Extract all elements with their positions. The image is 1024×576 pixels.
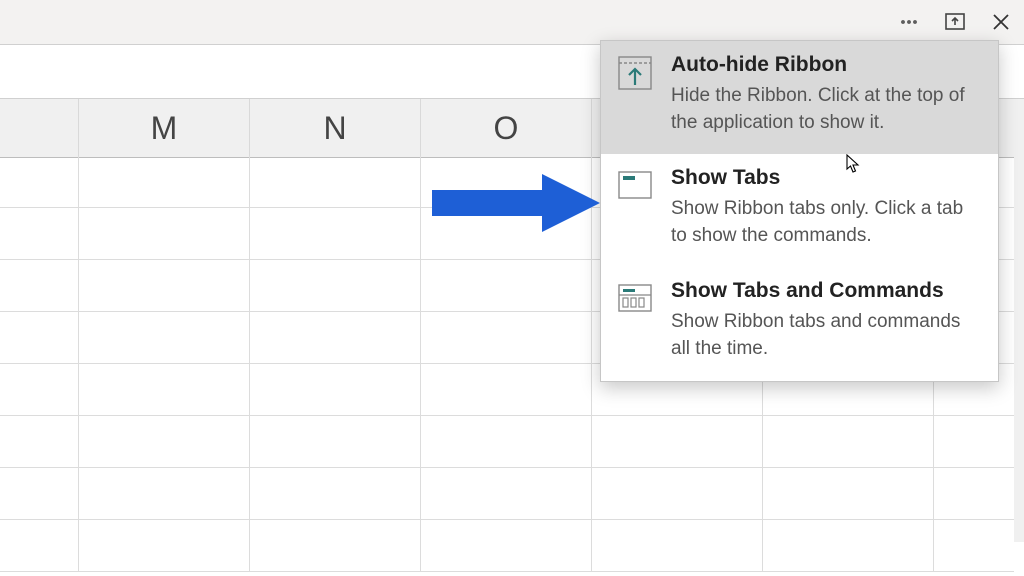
vertical-scrollbar[interactable] (1014, 156, 1024, 542)
annotation-arrow-icon (432, 168, 602, 238)
menu-item-text: Show Tabs Show Ribbon tabs only. Click a… (671, 166, 984, 249)
column-header-blank[interactable] (0, 99, 79, 157)
menu-item-title: Show Tabs (671, 166, 984, 190)
show-tabs-icon (615, 166, 655, 206)
menu-item-desc: Show Ribbon tabs and commands all the ti… (671, 309, 984, 362)
menu-item-desc: Hide the Ribbon. Click at the top of the… (671, 83, 984, 136)
menu-item-text: Auto-hide Ribbon Hide the Ribbon. Click … (671, 53, 984, 136)
column-header-n[interactable]: N (250, 99, 421, 157)
ribbon-display-options-icon[interactable] (932, 0, 978, 44)
ribbon-display-options-menu: Auto-hide Ribbon Hide the Ribbon. Click … (600, 40, 999, 382)
titlebar (0, 0, 1024, 45)
menu-item-show-tabs-commands[interactable]: Show Tabs and Commands Show Ribbon tabs … (601, 267, 998, 380)
menu-item-auto-hide-ribbon[interactable]: Auto-hide Ribbon Hide the Ribbon. Click … (601, 41, 998, 154)
menu-item-show-tabs[interactable]: Show Tabs Show Ribbon tabs only. Click a… (601, 154, 998, 267)
menu-item-desc: Show Ribbon tabs only. Click a tab to sh… (671, 196, 984, 249)
auto-hide-ribbon-icon (615, 53, 655, 93)
column-header-m[interactable]: M (79, 99, 250, 157)
show-tabs-commands-icon (615, 279, 655, 319)
menu-item-title: Auto-hide Ribbon (671, 53, 984, 77)
ellipsis-icon[interactable] (886, 0, 932, 44)
menu-item-title: Show Tabs and Commands (671, 279, 984, 303)
close-icon[interactable] (978, 0, 1024, 44)
menu-item-text: Show Tabs and Commands Show Ribbon tabs … (671, 279, 984, 362)
column-header-o[interactable]: O (421, 99, 592, 157)
titlebar-controls (886, 0, 1024, 44)
